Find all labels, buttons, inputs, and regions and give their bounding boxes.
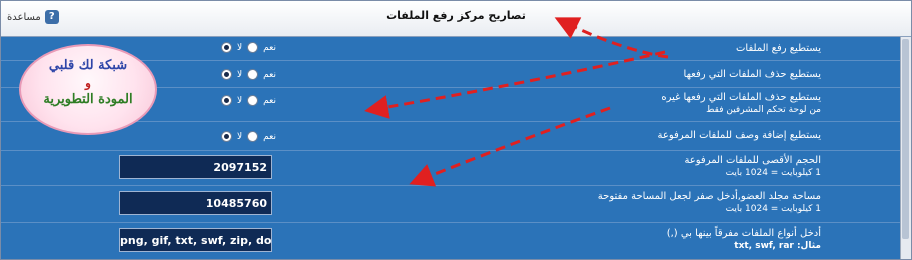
logo-conjunction: و: [85, 76, 91, 90]
permission-radio-group: لا نعم: [221, 42, 276, 53]
permission-radio-group: لا نعم: [221, 69, 276, 80]
folder-space-input[interactable]: 10485760: [119, 191, 272, 215]
radio-no-label: لا: [237, 42, 243, 53]
radio-yes[interactable]: [247, 95, 259, 106]
permission-radio-group: لا نعم: [221, 131, 276, 142]
scrollbar-thumb[interactable]: [902, 39, 909, 239]
field-row-file-types: أدخل أنواع الملفات مفرقاً بينها بي (,) م…: [1, 223, 911, 259]
field-label-group: مساحة مجلد العضو,أدخل صفر لجعل المساحة م…: [598, 191, 821, 215]
panel-header: تصاريح مركز رفع الملفات ? مساعدة: [1, 1, 911, 37]
radio-yes-label: نعم: [263, 131, 276, 142]
field-label-group: الحجم الأقصى للملفات المرفوعة 1 كيلوبايت…: [684, 155, 821, 179]
file-types-input[interactable]: png, gif, txt, swf, zip, doc: [119, 228, 272, 252]
vertical-scrollbar[interactable]: [900, 37, 911, 259]
upload-permissions-panel: تصاريح مركز رفع الملفات ? مساعدة يستطيع …: [0, 0, 912, 260]
permission-row-description: يستطيع إضافة وصف للملفات المرفوعة لا نعم: [1, 122, 911, 151]
logo-line-1: شبكة لك قلبي: [48, 58, 128, 73]
watermark-logo: شبكة لك قلبي و المودة التطويرية: [19, 44, 157, 135]
radio-yes-label: نعم: [263, 42, 276, 53]
field-label: مساحة مجلد العضو,أدخل صفر لجعل المساحة م…: [597, 191, 821, 202]
permission-sublabel: من لوحة تحكم المشرفين فقط: [706, 105, 821, 115]
radio-no-label: لا: [237, 95, 243, 106]
radio-no[interactable]: [221, 69, 232, 80]
radio-no-label: لا: [237, 131, 243, 142]
radio-no[interactable]: [221, 42, 232, 53]
radio-no-label: لا: [237, 69, 243, 80]
radio-yes[interactable]: [247, 69, 259, 80]
page-title: تصاريح مركز رفع الملفات: [386, 9, 526, 22]
permission-label-group: يستطيع حذف الملفات التي رفعها غيره من لو…: [661, 92, 821, 116]
permission-radio-group: لا نعم: [221, 95, 276, 106]
help-icon: ?: [44, 10, 59, 24]
field-label: أدخل أنواع الملفات مفرقاً بينها بي (,): [666, 228, 821, 239]
permission-label: يستطيع حذف الملفات التي رفعها غيره: [661, 92, 821, 103]
radio-no[interactable]: [221, 95, 232, 106]
help-label: مساعدة: [7, 11, 41, 23]
field-row-folder-space: مساحة مجلد العضو,أدخل صفر لجعل المساحة م…: [1, 186, 911, 223]
radio-yes[interactable]: [247, 131, 259, 142]
permission-label: يستطيع رفع الملفات: [736, 43, 821, 54]
radio-no[interactable]: [221, 131, 232, 142]
radio-yes-label: نعم: [263, 69, 276, 80]
field-sublabel: 1 كيلوبايت = 1024 بايت: [725, 168, 821, 178]
field-label-group: أدخل أنواع الملفات مفرقاً بينها بي (,) م…: [667, 228, 821, 252]
max-size-input[interactable]: 2097152: [119, 155, 272, 179]
logo-line-2: المودة التطويرية: [43, 92, 133, 107]
permission-label: يستطيع إضافة وصف للملفات المرفوعة: [657, 130, 821, 141]
radio-yes[interactable]: [247, 42, 259, 53]
field-sublabel: 1 كيلوبايت = 1024 بايت: [725, 204, 821, 214]
field-row-max-size: الحجم الأقصى للملفات المرفوعة 1 كيلوبايت…: [1, 151, 911, 186]
field-label: الحجم الأقصى للملفات المرفوعة: [684, 155, 821, 166]
help-button[interactable]: ? مساعدة: [7, 10, 59, 24]
permission-label: يستطيع حذف الملفات التي رفعها: [683, 69, 821, 80]
radio-yes-label: نعم: [263, 95, 276, 106]
field-sublabel: مثال: txt, swf, rar: [734, 241, 821, 251]
